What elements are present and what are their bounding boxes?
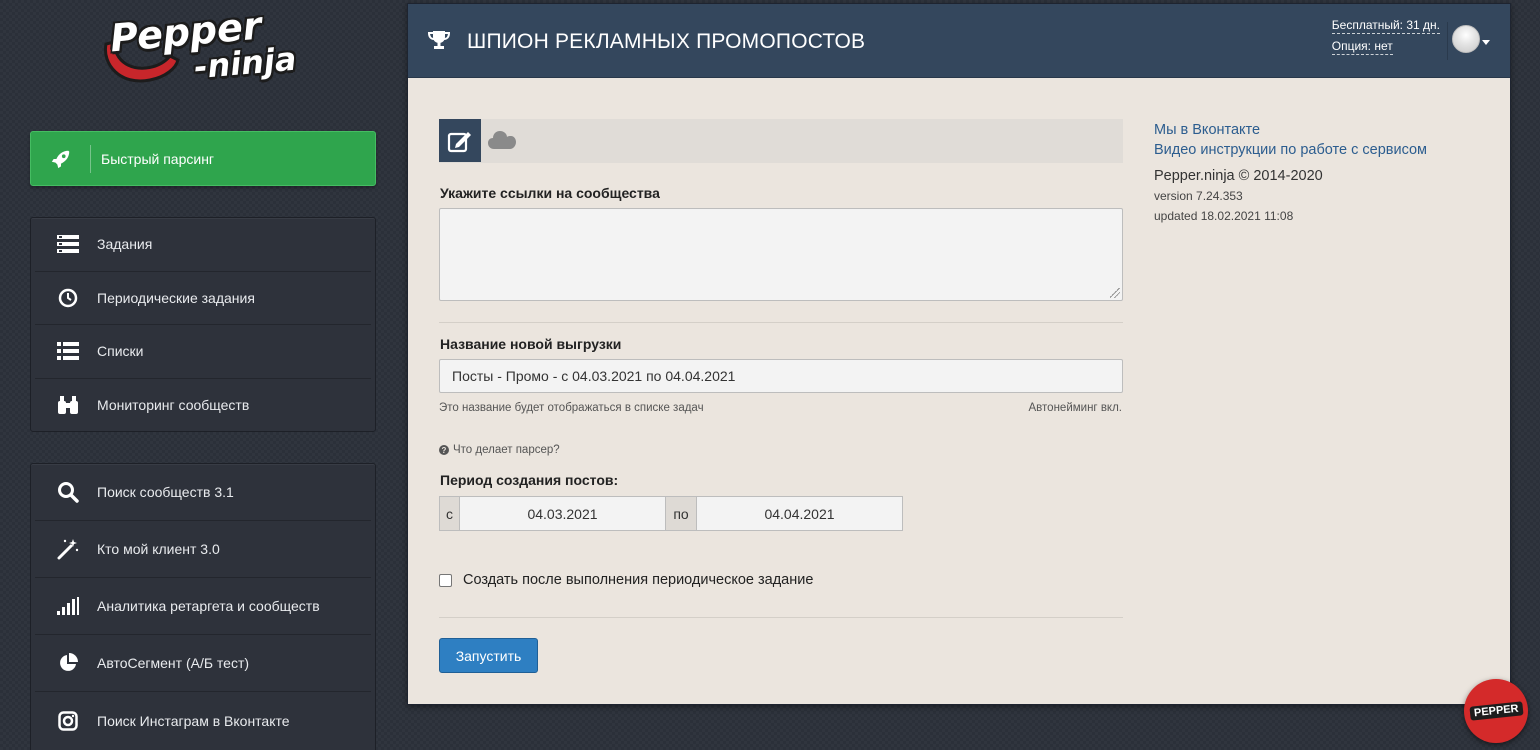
cloud-upload-button[interactable] (487, 129, 517, 156)
sidebar-item-label: Поиск сообществ 3.1 (97, 484, 234, 500)
divider (439, 322, 1123, 323)
date-to-addon: по (666, 496, 696, 531)
autonaming-toggle[interactable]: Автонейминг вкл. (1029, 402, 1122, 414)
manual-input-button[interactable] (439, 119, 481, 162)
updated-text: updated 18.02.2021 11:08 (1154, 209, 1294, 223)
sidebar-item-label: АвтоСегмент (А/Б тест) (97, 655, 250, 671)
sidebar-item-label: Списки (97, 343, 144, 360)
sidebar-item-label: Задания (97, 236, 153, 253)
pepper-badge-label: PEPPER (1469, 701, 1523, 721)
info-column: Мы в Вконтакте Видео инструкции по работ… (1154, 120, 1427, 226)
sidebar-item-who-is-my-client[interactable]: Кто мой клиент 3.0 (35, 521, 371, 578)
list-icon (35, 342, 97, 361)
search-icon (35, 481, 97, 503)
rocket-icon (43, 144, 91, 173)
cloud-icon (488, 131, 516, 149)
run-button[interactable]: Запустить (439, 638, 538, 673)
clock-icon (35, 288, 97, 308)
communities-label: Укажите ссылки на сообщества (440, 185, 660, 201)
version-text: version 7.24.353 (1154, 189, 1243, 203)
sidebar-item-label: Кто мой клиент 3.0 (97, 541, 220, 557)
instagram-icon (35, 710, 97, 731)
logo-text-ninja: -ninja (192, 39, 298, 87)
copyright-text: Pepper.ninja © 2014-2020 (1154, 168, 1323, 184)
sidebar-item-community-monitoring[interactable]: Мониторинг сообществ (35, 379, 371, 433)
sidebar-item-label: Мониторинг сообществ (97, 397, 250, 414)
account-info: Бесплатный: 31 дн. Опция: нет (1331, 17, 1440, 59)
chevron-down-icon[interactable] (1482, 40, 1490, 45)
signal-bars-icon (35, 597, 97, 615)
sidebar-item-community-search[interactable]: Поиск сообществ 3.1 (35, 464, 371, 521)
communities-links-input[interactable] (439, 208, 1123, 301)
tasks-icon (35, 235, 97, 254)
textarea-resize-handle[interactable] (1110, 288, 1120, 298)
magic-wand-icon (35, 538, 97, 560)
question-circle-icon: ? (439, 445, 449, 455)
period-label: Период создания постов: (440, 472, 619, 488)
vk-community-link[interactable]: Мы в Вконтакте (1154, 120, 1427, 140)
sidebar-item-instagram-search[interactable]: Поиск Инстаграм в Вконтакте (35, 692, 371, 749)
date-from-input[interactable] (459, 496, 666, 531)
edit-icon (447, 131, 471, 152)
sidebar-item-periodic-tasks[interactable]: Периодические задания (35, 272, 371, 325)
panel-header: ШПИОН РЕКЛАМНЫХ ПРОМОПОСТОВ Бесплатный: … (408, 4, 1510, 78)
sidebar-item-autosegment[interactable]: АвтоСегмент (А/Б тест) (35, 635, 371, 692)
sidebar-item-label: Быстрый парсинг (101, 150, 215, 167)
export-name-label: Название новой выгрузки (440, 336, 622, 352)
divider (439, 617, 1123, 618)
what-parser-link[interactable]: ? Что делает парсер? (439, 444, 560, 456)
sidebar-group-main: Задания Периодические задания Списки Мон… (30, 217, 376, 432)
export-name-input[interactable] (439, 359, 1123, 393)
pie-chart-icon (35, 652, 97, 674)
sidebar-item-label: Аналитика ретаргета и сообществ (97, 598, 320, 614)
sidebar-item-label: Поиск Инстаграм в Вконтакте (97, 712, 290, 729)
option-link[interactable]: Опция: нет (1331, 38, 1393, 55)
what-parser-text: Что делает парсер? (453, 444, 560, 456)
page-title: ШПИОН РЕКЛАМНЫХ ПРОМОПОСТОВ (467, 30, 866, 53)
sidebar-item-retarget-analytics[interactable]: Аналитика ретаргета и сообществ (35, 578, 371, 635)
avatar[interactable] (1452, 25, 1480, 53)
sidebar-item-lists[interactable]: Списки (35, 325, 371, 379)
create-periodic-task-checkbox[interactable] (439, 573, 452, 587)
date-to-input[interactable] (696, 496, 903, 531)
sidebar-group-tools: Поиск сообществ 3.1 Кто мой клиент 3.0 А… (30, 463, 376, 750)
create-periodic-task-label: Создать после выполнения периодическое з… (463, 572, 814, 588)
trophy-icon (427, 30, 451, 55)
sidebar-item-label: Периодические задания (97, 289, 255, 306)
video-instructions-link[interactable]: Видео инструкции по работе с сервисом (1154, 140, 1427, 160)
input-mode-toolbar (439, 119, 1123, 163)
sidebar-item-quick-parsing[interactable]: Быстрый парсинг (30, 131, 376, 186)
sidebar-item-tasks[interactable]: Задания (35, 218, 371, 272)
header-divider (1447, 22, 1448, 60)
date-from-addon: с (439, 496, 459, 531)
export-name-help: Это название будет отображаться в списке… (439, 402, 704, 414)
pepper-chat-badge[interactable]: PEPPER (1464, 679, 1528, 743)
binoculars-icon (35, 395, 97, 415)
create-periodic-task-option[interactable]: Создать после выполнения периодическое з… (439, 572, 813, 588)
free-days-link[interactable]: Бесплатный: 31 дн. (1331, 17, 1440, 34)
date-range: с по (439, 496, 903, 531)
main-panel: ШПИОН РЕКЛАМНЫХ ПРОМОПОСТОВ Бесплатный: … (407, 3, 1511, 705)
pepper-ninja-logo[interactable]: Pepper -ninja (100, 3, 310, 92)
